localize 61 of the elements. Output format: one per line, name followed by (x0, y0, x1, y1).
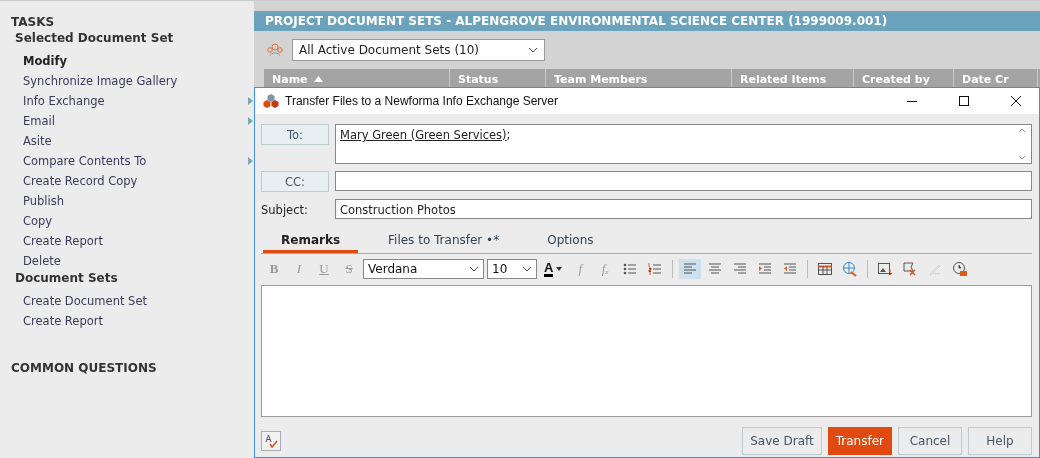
image-icon (877, 261, 894, 277)
task-link[interactable]: Publish (23, 191, 253, 211)
subject-field[interactable]: Construction Photos (335, 199, 1032, 219)
close-icon (1011, 96, 1021, 106)
chevron-icon (522, 266, 532, 272)
outdent-icon (782, 261, 799, 277)
indent-icon (757, 261, 774, 277)
minimize-icon (907, 99, 917, 103)
page-title: PROJECT DOCUMENT SETS - ALPENGROVE ENVIRONMENTAL SCIENCE CENTER (1999009.001) (254, 11, 1040, 31)
tab[interactable]: Remarks (263, 230, 359, 253)
task-link[interactable]: Create Document Set (23, 291, 253, 311)
chevron-icon (528, 47, 538, 53)
task-link[interactable]: Info Exchange (23, 91, 253, 111)
people-icon (266, 42, 284, 58)
spellcheck-icon (264, 434, 278, 448)
alignleft-icon (682, 261, 699, 277)
sort-arrow-icon (313, 76, 323, 82)
to-field[interactable]: Mary Green (Green Services); (335, 124, 1032, 164)
dialog-button[interactable]: Help (968, 427, 1032, 455)
task-link[interactable]: Email (23, 111, 253, 131)
dialog-button[interactable]: Transfer (827, 427, 892, 455)
tab[interactable]: Files to Transfer •* (370, 230, 518, 253)
dialog-button[interactable]: Cancel (898, 427, 962, 455)
task-link[interactable]: Synchronize Image Gallery (23, 71, 253, 91)
table-icon (817, 261, 834, 277)
dialog-button[interactable]: Save Draft (742, 427, 822, 455)
recipient-link[interactable]: Mary Green (Green Services) (340, 128, 507, 142)
group-heading: Document Sets (15, 271, 119, 287)
tab[interactable]: Options (529, 230, 612, 253)
task-link[interactable]: Modify (23, 51, 253, 71)
dialog-title: Transfer Files to a Newforma Info Exchange Server (285, 94, 559, 108)
cc-button[interactable]: CC: (261, 171, 329, 192)
section-heading: TASKS (11, 15, 56, 29)
cc-field[interactable] (335, 171, 1032, 191)
separator-text: ; (506, 128, 511, 142)
font-color-button[interactable]: A (540, 259, 567, 279)
task-link[interactable]: Copy (23, 211, 253, 231)
spellcheck-button[interactable] (261, 431, 281, 451)
task-link[interactable]: Create Report (23, 311, 253, 331)
bullets-icon (622, 261, 639, 277)
font-size-dropdown[interactable]: 10 (487, 259, 537, 279)
task-link[interactable]: Delete (23, 251, 253, 271)
task-link[interactable]: Asite (23, 131, 253, 151)
alignright-icon (732, 261, 749, 277)
group-heading: Selected Document Set (15, 31, 175, 47)
subject-label: Subject: (261, 202, 309, 217)
center-icon (707, 261, 724, 277)
clock-icon (952, 261, 969, 277)
caret-icon (556, 267, 563, 271)
font-dropdown[interactable]: Verdana (363, 259, 484, 279)
task-link[interactable]: Compare Contents To (23, 151, 253, 171)
filter-dropdown[interactable]: All Active Document Sets (10) (292, 39, 545, 61)
numbering-icon (647, 261, 664, 277)
task-link[interactable]: Create Report (23, 231, 253, 251)
maximize-icon (959, 96, 969, 106)
app-logo-icon (263, 93, 279, 109)
to-button[interactable]: To: (261, 124, 329, 145)
task-link[interactable]: Create Record Copy (23, 171, 253, 191)
chevron-icon (469, 266, 479, 272)
section-heading: COMMON QUESTIONS (11, 361, 158, 375)
alignleft-button[interactable] (679, 259, 702, 279)
